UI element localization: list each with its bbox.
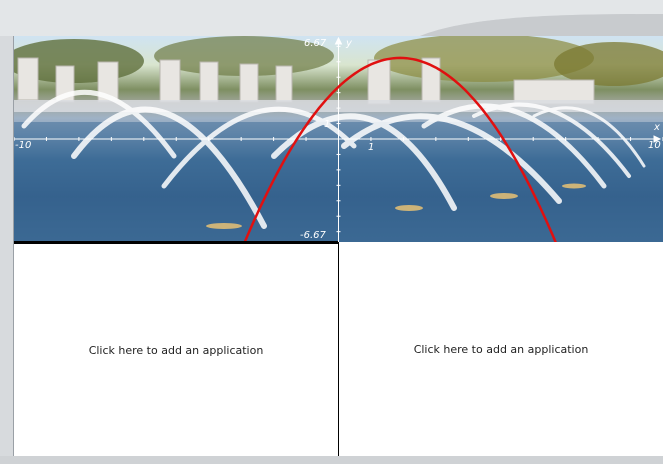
- x-axis-name: x: [653, 122, 660, 133]
- document-workspace: -10 10 6.67 -6.67 x y 1 1 Click here to …: [13, 36, 663, 456]
- graph-pane[interactable]: -10 10 6.67 -6.67 x y 1 1: [14, 36, 663, 242]
- graph-canvas[interactable]: -10 10 6.67 -6.67 x y 1 1: [14, 36, 663, 242]
- toolbar: [0, 0, 663, 36]
- y-axis-name: y: [345, 38, 353, 49]
- y-max-label: 6.67: [304, 38, 327, 49]
- x-min-label: -10: [15, 140, 31, 151]
- empty-pane-right[interactable]: Click here to add an application: [339, 242, 663, 456]
- empty-pane-left[interactable]: Click here to add an application: [14, 244, 338, 456]
- add-application-prompt-right[interactable]: Click here to add an application: [414, 343, 589, 356]
- toolbar-curve: [0, 0, 663, 36]
- status-bar: [0, 456, 663, 464]
- x-max-label: 10: [648, 140, 661, 151]
- add-application-prompt-left[interactable]: Click here to add an application: [89, 344, 264, 357]
- y-unit-label: 1: [324, 119, 330, 130]
- x-unit-label: 1: [368, 142, 374, 153]
- y-min-label: -6.67: [300, 230, 327, 241]
